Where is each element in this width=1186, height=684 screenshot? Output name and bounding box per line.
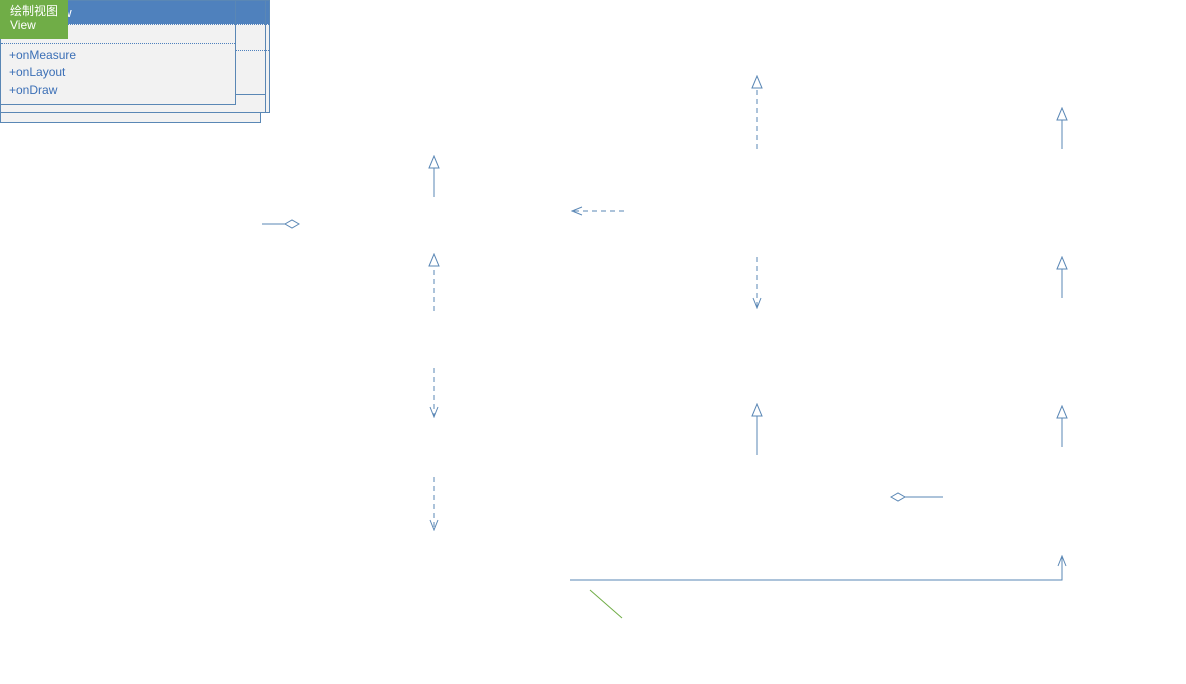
class-ops: +onMeasure +onLayout +onDraw [1,43,235,104]
note-drawview: 绘制视图 View [0,0,68,39]
